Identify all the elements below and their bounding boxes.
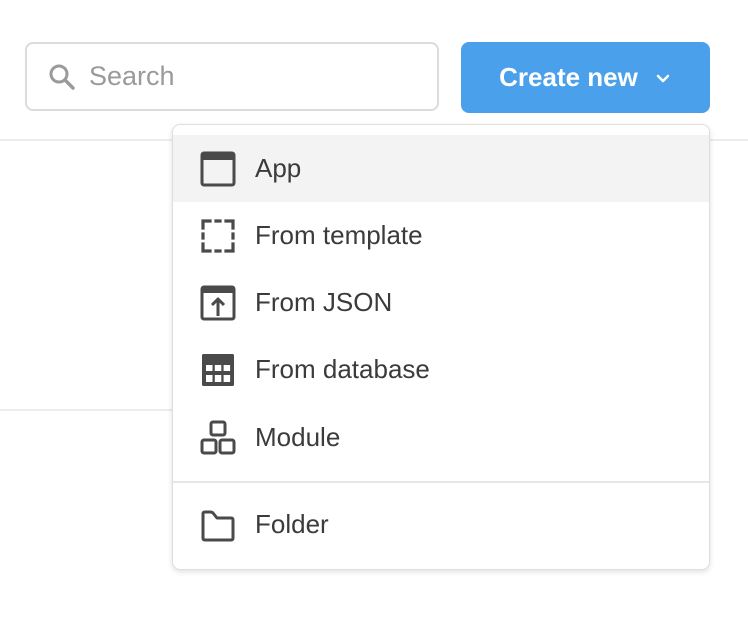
chevron-down-icon (656, 74, 670, 82)
menu-item-label: From template (255, 220, 423, 250)
menu-divider (173, 481, 709, 483)
menu-item-from-template[interactable]: From template (173, 202, 709, 269)
menu-item-label: Folder (255, 509, 329, 539)
menu-item-label: From JSON (255, 287, 393, 317)
import-json-icon (200, 285, 236, 320)
menu-item-app[interactable]: App (173, 135, 709, 202)
create-new-button[interactable]: Create new (461, 42, 710, 113)
search-icon (49, 64, 75, 90)
menu-item-folder[interactable]: Folder (173, 491, 709, 558)
list-divider (0, 409, 180, 411)
search-input[interactable] (89, 61, 409, 92)
menu-item-from-json[interactable]: From JSON (173, 269, 709, 336)
menu-item-label: From database (255, 354, 430, 384)
create-new-label: Create new (499, 62, 638, 92)
menu-item-from-database[interactable]: From database (173, 336, 709, 403)
search-field[interactable] (25, 42, 439, 111)
menu-item-label: Module (255, 422, 341, 452)
database-table-icon (202, 353, 234, 386)
app-window-icon (200, 151, 236, 186)
menu-item-label: App (255, 153, 302, 183)
folder-icon (201, 510, 235, 541)
template-frame-icon (201, 218, 235, 253)
menu-item-module[interactable]: Module (173, 404, 709, 471)
create-new-menu: App From template From JSON From databas… (172, 124, 710, 570)
module-blocks-icon (200, 420, 236, 454)
